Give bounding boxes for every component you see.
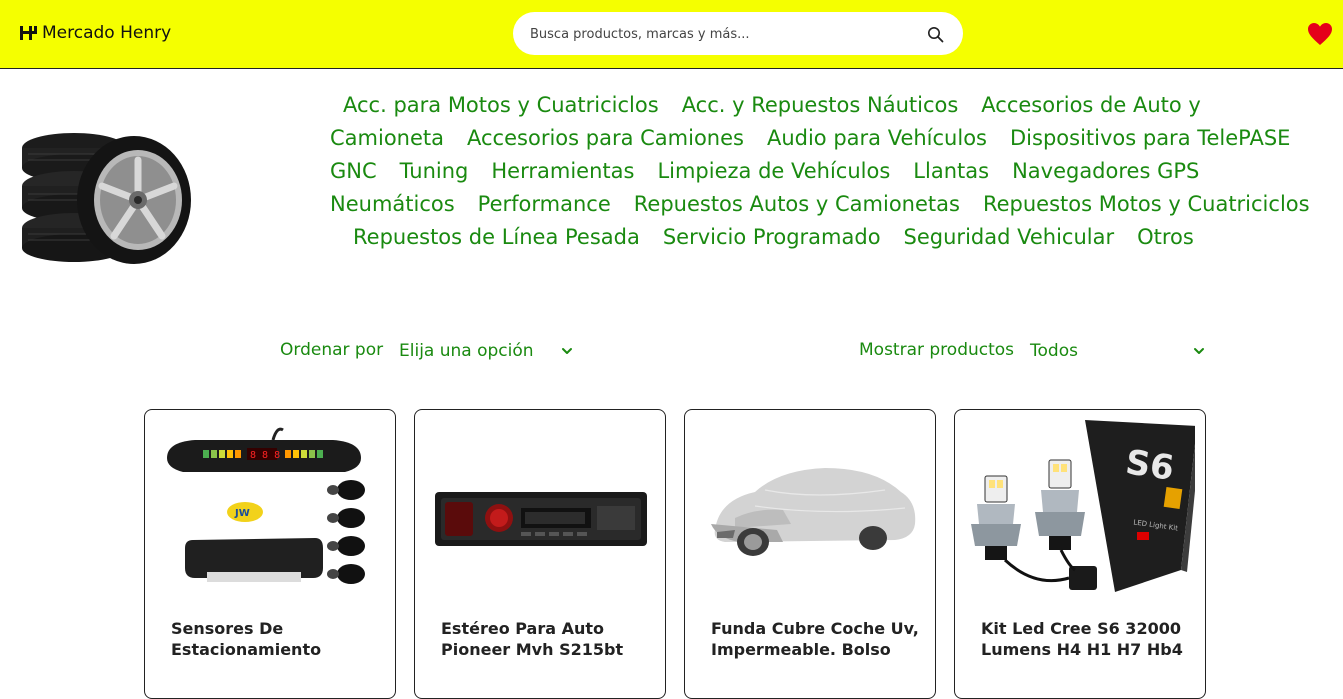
top-bar: Mercado Henry (0, 0, 1343, 69)
show-products-select[interactable]: Todos (1030, 338, 1205, 364)
svg-text:S6: S6 (1123, 442, 1176, 488)
category-link[interactable]: Neumáticos (330, 192, 455, 216)
category-link[interactable]: Seguridad Vehicular (904, 225, 1115, 249)
search-icon[interactable] (927, 26, 944, 43)
category-link[interactable]: Repuestos Motos y Cuatriciclos (983, 192, 1310, 216)
svg-text:JW: JW (234, 508, 250, 519)
category-link[interactable]: Accesorios para Camiones (467, 126, 744, 150)
category-link[interactable]: Audio para Vehículos (767, 126, 987, 150)
show-products-value: Todos (1030, 341, 1078, 361)
chevron-down-icon (562, 348, 572, 354)
heart-icon[interactable] (1307, 22, 1333, 46)
category-link[interactable]: Otros (1137, 225, 1194, 249)
category-link[interactable]: Acc. para Motos y Cuatriciclos (343, 93, 659, 117)
category-link[interactable]: Llantas (913, 159, 989, 183)
product-card[interactable]: S6 LED Light Kit Kit Led Cree S6 32000 L… (954, 409, 1206, 699)
parking-sensor-image: 8 8 8 JW (167, 427, 365, 584)
product-card[interactable]: Estéreo Para Auto Pioneer Mvh S215bt (414, 409, 666, 699)
tires-image (22, 133, 191, 264)
category-link[interactable]: Repuestos de Línea Pesada (353, 225, 640, 249)
henry-logo-icon (17, 22, 39, 44)
category-link[interactable]: Dispositivos para TelePASE (1010, 126, 1290, 150)
category-link[interactable]: Repuestos Autos y Camionetas (634, 192, 960, 216)
category-link[interactable]: GNC (330, 159, 377, 183)
category-link[interactable]: Performance (478, 192, 611, 216)
product-title: Kit Led Cree S6 32000 Lumens H4 H1 H7 Hb… (981, 619, 1183, 659)
car-stereo-image (435, 492, 647, 546)
product-title: Estéreo Para Auto Pioneer Mvh S215bt (441, 619, 624, 659)
brand[interactable]: Mercado Henry (17, 22, 171, 44)
show-products-label: Mostrar productos (859, 340, 1015, 360)
product-card[interactable]: 8 8 8 JW Sensores De Estacionamiento (144, 409, 396, 699)
product-card[interactable]: Funda Cubre Coche Uv, Impermeable. Bolso (684, 409, 936, 699)
sort-select-value: Elija una opción (399, 341, 534, 361)
car-cover-image (711, 468, 916, 556)
chevron-down-icon (1194, 348, 1204, 354)
category-link[interactable]: Tuning (400, 159, 469, 183)
category-link[interactable]: Herramientas (491, 159, 634, 183)
category-list: Acc. para Motos y Cuatriciclos Acc. y Rep… (330, 89, 1320, 254)
brand-name: Mercado Henry (42, 23, 172, 43)
category-link[interactable]: Servicio Programado (663, 225, 881, 249)
sort-select[interactable]: Elija una opción (399, 338, 573, 364)
sort-label: Ordenar por (280, 340, 384, 360)
category-link[interactable]: Navegadores GPS (1012, 159, 1199, 183)
search-box (513, 12, 963, 55)
product-title: Sensores De Estacionamiento (171, 619, 322, 659)
category-link[interactable]: Acc. y Repuestos Náuticos (682, 93, 959, 117)
svg-text:8 8 8: 8 8 8 (250, 450, 280, 461)
category-link[interactable]: Limpieza de Vehículos (657, 159, 890, 183)
search-input[interactable] (530, 23, 920, 45)
product-title: Funda Cubre Coche Uv, Impermeable. Bolso (711, 619, 919, 659)
led-headlight-kit-image: S6 LED Light Kit (971, 420, 1195, 592)
